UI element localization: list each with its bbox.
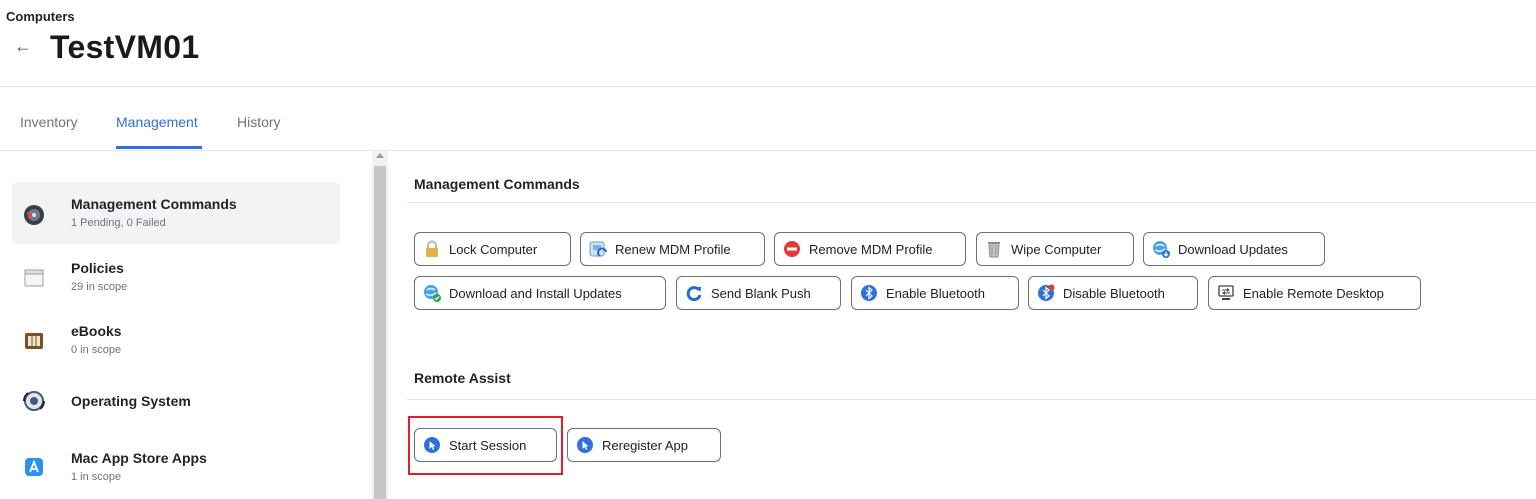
install-updates-icon xyxy=(423,284,441,302)
button-label: Enable Bluetooth xyxy=(886,285,986,301)
lock-icon xyxy=(423,240,441,258)
wipe-computer-button[interactable]: Wipe Computer xyxy=(976,232,1134,266)
app-store-icon xyxy=(22,455,46,479)
remote-desktop-icon xyxy=(1217,284,1235,302)
tab-inventory[interactable]: Inventory xyxy=(20,114,78,130)
enable-remote-desktop-button[interactable]: Enable Remote Desktop xyxy=(1208,276,1421,310)
renew-profile-icon xyxy=(589,240,607,258)
scrollbar-thumb[interactable] xyxy=(374,166,386,499)
start-session-button[interactable]: Start Session xyxy=(414,428,557,462)
section-title-remote-assist: Remote Assist xyxy=(414,370,511,386)
sidebar-item-subtitle: 29 in scope xyxy=(71,281,128,293)
sidebar-item-label: Policies xyxy=(71,260,124,276)
bluetooth-icon xyxy=(860,284,878,302)
download-updates-button[interactable]: Download Updates xyxy=(1143,232,1325,266)
enable-bluetooth-button[interactable]: Enable Bluetooth xyxy=(851,276,1019,310)
bluetooth-disable-icon xyxy=(1037,284,1055,302)
tab-management[interactable]: Management xyxy=(116,114,198,130)
tab-history[interactable]: History xyxy=(237,114,281,130)
header-divider xyxy=(0,86,1536,87)
policies-icon xyxy=(22,266,46,290)
renew-mdm-profile-button[interactable]: Renew MDM Profile xyxy=(580,232,765,266)
sidebar-item-label: Management Commands xyxy=(71,196,237,212)
section-divider xyxy=(407,202,1536,203)
sidebar-item-label: eBooks xyxy=(71,323,122,339)
disable-bluetooth-button[interactable]: Disable Bluetooth xyxy=(1028,276,1198,310)
button-label: Disable Bluetooth xyxy=(1063,285,1165,301)
breadcrumb[interactable]: Computers xyxy=(6,9,75,24)
button-label: Remove MDM Profile xyxy=(809,241,933,257)
button-label: Send Blank Push xyxy=(711,285,811,301)
ebooks-icon xyxy=(22,329,46,353)
button-label: Wipe Computer xyxy=(1011,241,1102,257)
active-tab-indicator xyxy=(116,146,202,149)
cursor-icon xyxy=(423,436,441,454)
section-divider xyxy=(407,399,1536,400)
download-updates-icon xyxy=(1152,240,1170,258)
button-label: Renew MDM Profile xyxy=(615,241,731,257)
cursor-icon xyxy=(576,436,594,454)
button-label: Download Updates xyxy=(1178,241,1288,257)
reregister-app-button[interactable]: Reregister App xyxy=(567,428,721,462)
button-label: Start Session xyxy=(449,437,527,453)
sidebar-item-label: Mac App Store Apps xyxy=(71,450,207,466)
sidebar-item-label: Operating System xyxy=(71,393,191,409)
operating-system-icon xyxy=(22,389,46,413)
management-commands-icon xyxy=(22,203,46,227)
button-label: Enable Remote Desktop xyxy=(1243,285,1384,301)
button-label: Download and Install Updates xyxy=(449,285,622,301)
sidebar-item-policies[interactable] xyxy=(12,246,340,308)
lock-computer-button[interactable]: Lock Computer xyxy=(414,232,571,266)
tabs-divider xyxy=(0,150,1536,151)
download-and-install-updates-button[interactable]: Download and Install Updates xyxy=(414,276,666,310)
remove-icon xyxy=(783,240,801,258)
remove-mdm-profile-button[interactable]: Remove MDM Profile xyxy=(774,232,966,266)
back-arrow-icon[interactable]: ← xyxy=(14,36,32,56)
sidebar-item-mac-app-store-apps[interactable] xyxy=(12,436,340,498)
sidebar-item-management-commands[interactable] xyxy=(12,182,340,244)
sidebar-item-subtitle: 0 in scope xyxy=(71,344,122,356)
sidebar-item-subtitle: 1 in scope xyxy=(71,471,122,483)
sidebar-item-ebooks[interactable] xyxy=(12,310,340,372)
trash-icon xyxy=(985,240,1003,258)
sidebar-item-subtitle: 1 Pending, 0 Failed xyxy=(71,217,166,229)
button-label: Lock Computer xyxy=(449,241,538,257)
button-label: Reregister App xyxy=(602,437,688,453)
refresh-icon xyxy=(685,284,703,302)
send-blank-push-button[interactable]: Send Blank Push xyxy=(676,276,841,310)
scroll-up-icon[interactable] xyxy=(376,153,384,158)
page-title: TestVM01 xyxy=(50,29,200,65)
section-title-management-commands: Management Commands xyxy=(414,176,580,192)
